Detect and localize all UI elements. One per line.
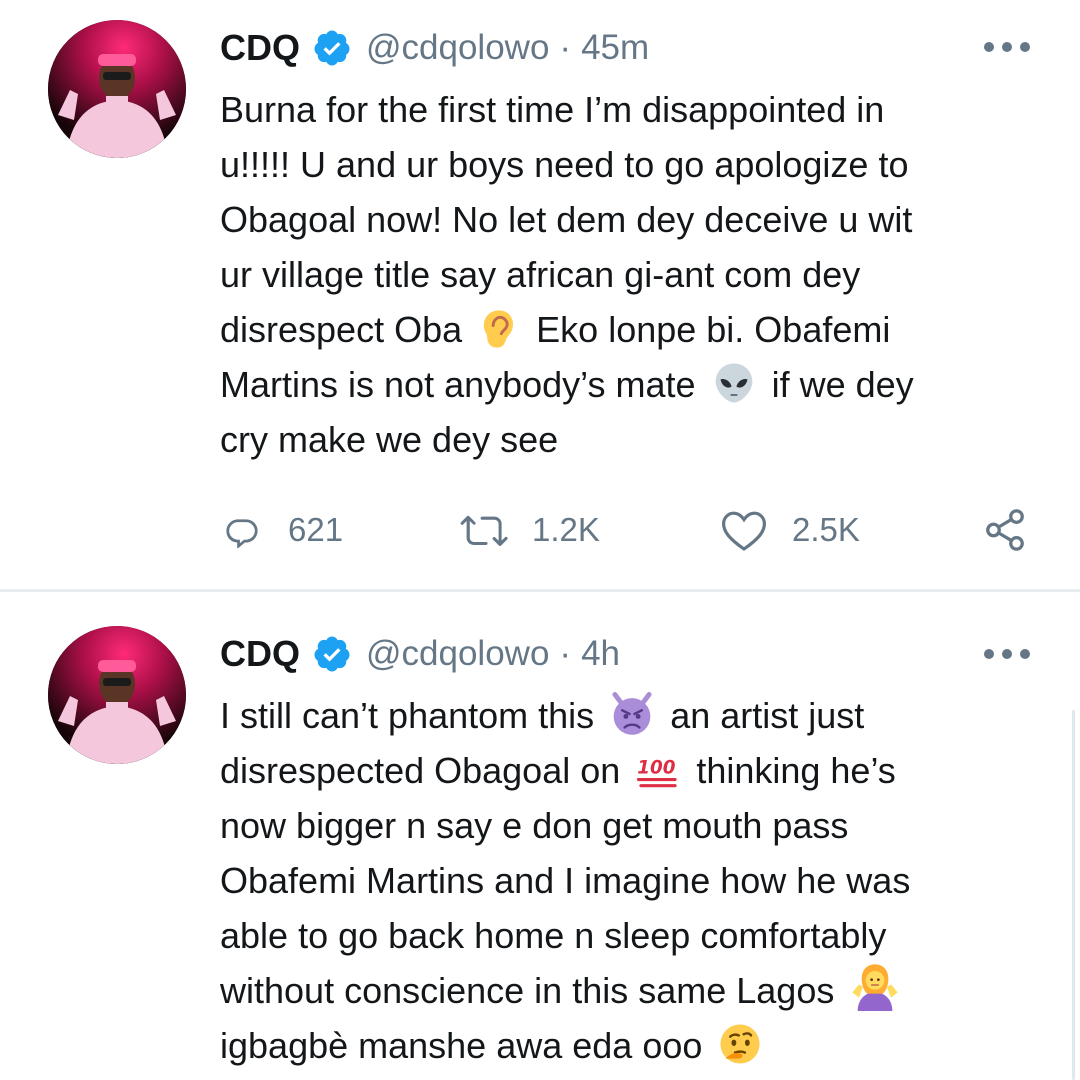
thinking-face-emoji <box>720 1024 760 1064</box>
ear-emoji <box>483 310 514 348</box>
text-line: u!!!!! U and ur boys need to go apologiz… <box>220 144 909 185</box>
separator: · <box>559 634 572 673</box>
share-icon <box>986 509 1024 551</box>
text-line: Martins is not anybody’s mate if we dey <box>220 357 1050 412</box>
reply-button[interactable]: 621 <box>220 500 343 560</box>
text-line: disrespect Oba Eko lonpe bi. Obafemi <box>220 309 891 350</box>
angry-devil-emoji <box>612 692 652 735</box>
text-line: without conscience in this same Lagos <box>220 963 1050 1018</box>
text-line: Obagoal now! No let dem dey deceive u wi… <box>220 199 913 240</box>
text-line: ur village title say african gi-ant com … <box>220 254 861 295</box>
text-line: now bigger n say e don get mouth pass <box>220 805 849 846</box>
handle[interactable]: @cdqolowo <box>366 28 549 68</box>
text-line: Obafemi Martins and I imagine how he was <box>220 860 911 901</box>
alien-emoji <box>715 363 752 403</box>
separator: · <box>559 28 572 67</box>
timestamp[interactable]: 4h <box>581 634 620 674</box>
text-line: able to go back home n sleep comfortably <box>220 915 887 956</box>
tweet-text: Burna for the first time I’m disappointe… <box>220 82 1050 467</box>
tweet-actions: 621 1.2K 2.5K <box>220 500 1030 560</box>
avatar[interactable] <box>48 20 186 158</box>
display-name[interactable]: CDQ <box>220 27 300 69</box>
like-button[interactable]: 2.5K <box>720 500 860 560</box>
timestamp[interactable]: 45m <box>581 28 649 68</box>
share-button[interactable] <box>982 500 1028 560</box>
like-count: 2.5K <box>792 511 860 548</box>
text-line: cry make we dey see <box>220 419 559 460</box>
retweet-count: 1.2K <box>532 511 600 548</box>
verified-badge-icon <box>314 30 350 66</box>
avatar[interactable] <box>48 626 186 764</box>
retweet-button[interactable]: 1.2K <box>460 500 600 560</box>
text-line: disrespected Obagoal on 100 thinking he’… <box>220 750 896 791</box>
like-icon <box>721 511 767 551</box>
retweet-icon <box>460 515 508 546</box>
svg-text:100: 100 <box>638 757 677 778</box>
tweet[interactable]: CDQ @cdqolowo · 4h I still can’t phantom… <box>0 592 1080 1080</box>
tweet-header: CDQ @cdqolowo · 45m <box>220 18 649 78</box>
tweet-header: CDQ @cdqolowo · 4h <box>220 624 620 684</box>
more-options-icon[interactable] <box>984 647 1030 661</box>
hundred-points-emoji: 100 <box>637 757 677 788</box>
shrug-emoji <box>852 964 899 1011</box>
text-line: igbagbè manshe awa eda ooo <box>220 1018 1050 1073</box>
verified-badge-icon <box>314 636 350 672</box>
reply-count: 621 <box>288 511 344 548</box>
reply-icon <box>226 519 258 549</box>
display-name[interactable]: CDQ <box>220 633 300 675</box>
more-options-icon[interactable] <box>984 40 1030 54</box>
text-line: Burna for the first time I’m disappointe… <box>220 89 885 130</box>
handle[interactable]: @cdqolowo <box>366 634 549 674</box>
tweet[interactable]: CDQ @cdqolowo · 45m Burna for the first … <box>0 0 1080 590</box>
scrollbar[interactable] <box>1072 710 1075 1080</box>
tweet-text: I still can’t phantom this an artist jus… <box>220 688 1050 1073</box>
text-line: I still can’t phantom this an artist jus… <box>220 688 1050 743</box>
